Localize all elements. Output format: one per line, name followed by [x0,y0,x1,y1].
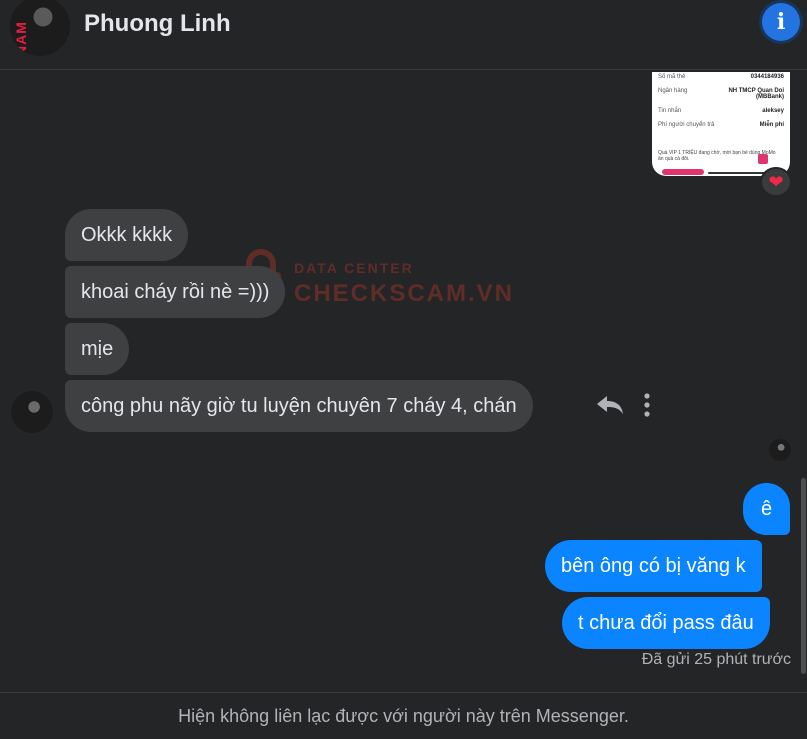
watermark-small: DATA CENTER [294,260,414,276]
transfer-screenshot-attachment[interactable]: Số mã thẻ 0344184936 Ngân hàng NH TMCP Qua… [652,72,790,176]
unavailable-notice: Hiện không liên lạc được với người này t… [0,692,807,739]
attachment-row: Số mã thẻ 0344184936 [658,74,784,80]
sender-avatar[interactable] [11,391,53,433]
contact-name[interactable]: Phuong Linh [84,10,231,38]
reply-icon[interactable] [595,393,625,417]
sent-status: Đã gửi 25 phút trước [641,651,791,668]
scrollbar[interactable] [801,478,806,674]
attachment-row: Tin nhắn aleksey [658,108,784,114]
outgoing-message[interactable]: ê [743,483,790,535]
attachment-row: Phí người chuyển trả Miễn phí [658,122,784,128]
heart-reaction-icon[interactable]: ❤ [760,167,792,197]
unavailable-notice-text: Hiện không liên lạc được với người này t… [178,705,629,726]
incoming-message[interactable]: khoai cháy rồi nè =))) [65,266,286,318]
info-icon[interactable]: i [762,3,800,41]
watermark-big: CHECKSCAM.VN [294,280,515,307]
gift-icon [758,154,768,164]
read-receipt-avatar [769,439,791,461]
avatar-brand-text: NAM [13,21,29,56]
incoming-message[interactable]: công phu nãy giờ tu luyện chuyên 7 cháy … [65,380,533,432]
contact-avatar[interactable]: NAM [10,0,70,56]
incoming-message[interactable]: Okkk kkkk [65,209,189,261]
chat-header: NAM Phuong Linh i [0,0,807,70]
incoming-message[interactable]: mịe [65,323,130,375]
attachment-row: Ngân hàng NH TMCP Quan Doi (MBBank) [658,88,784,100]
outgoing-message[interactable]: t chưa đổi pass đâu [562,597,770,649]
attachment-button [662,169,704,175]
more-options-icon[interactable] [638,392,656,418]
outgoing-message[interactable]: bên ông có bị văng k [545,540,762,592]
